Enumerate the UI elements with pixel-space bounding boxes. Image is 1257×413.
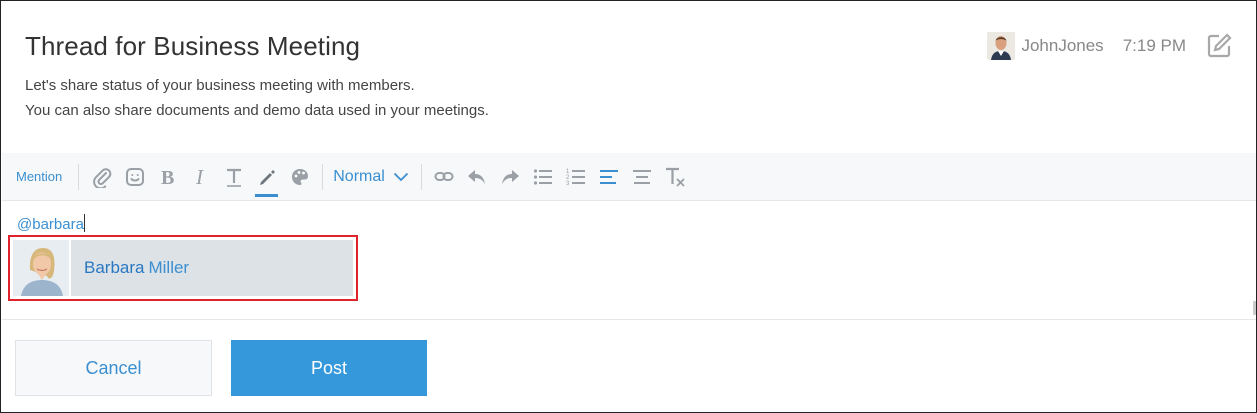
footer-divider <box>2 319 1256 320</box>
message-input-text: @barbara <box>17 216 84 233</box>
toolbar-divider <box>322 163 324 190</box>
author-avatar[interactable] <box>987 32 1016 60</box>
message-input[interactable]: @barbara <box>17 214 85 233</box>
palette-icon[interactable] <box>283 153 316 201</box>
editor-toolbar: Mention B I Normal 1 2 3 <box>2 153 1256 201</box>
svg-text:I: I <box>195 167 204 187</box>
svg-text:B: B <box>161 167 174 187</box>
chevron-down-icon <box>393 172 408 181</box>
align-left-icon[interactable] <box>593 153 626 201</box>
text-size-icon[interactable] <box>217 153 250 201</box>
paperclip-icon[interactable] <box>85 153 118 201</box>
mention-suggestion-name: Barbara Miller <box>71 240 189 296</box>
undo-icon[interactable] <box>461 153 494 201</box>
matched-first-name: Barbara <box>84 258 145 277</box>
toolbar-divider <box>420 163 422 190</box>
format-select-value: Normal <box>333 167 385 185</box>
post-button[interactable]: Post <box>231 340 427 396</box>
mention-suggestion-item[interactable]: Barbara Miller <box>13 240 353 296</box>
clear-format-icon[interactable] <box>659 153 692 201</box>
last-name: Miller <box>148 258 190 277</box>
thread-description-line-1: Let's share status of your business meet… <box>25 77 415 94</box>
author-name[interactable]: JohnJones <box>1021 36 1103 56</box>
format-select[interactable]: Normal <box>329 168 415 186</box>
thread-description-line-2: You can also share documents and demo da… <box>25 102 489 119</box>
numbered-list-icon[interactable]: 1 2 3 <box>560 153 593 201</box>
cancel-button[interactable]: Cancel <box>15 340 212 396</box>
avatar <box>13 240 71 296</box>
text-cursor <box>83 214 85 232</box>
emoji-icon[interactable] <box>118 153 151 201</box>
redo-icon[interactable] <box>494 153 527 201</box>
link-icon[interactable] <box>428 153 461 201</box>
author-info: JohnJones 7:19 PM <box>987 31 1234 61</box>
pen-icon[interactable] <box>250 153 283 201</box>
thread-title: Thread for Business Meeting <box>25 31 361 61</box>
align-center-icon[interactable] <box>626 153 659 201</box>
italic-icon[interactable]: I <box>184 153 217 201</box>
thread-panel: Thread for Business Meeting Let's share … <box>0 0 1257 413</box>
mention-button[interactable]: Mention <box>16 169 62 184</box>
toolbar-divider <box>78 163 80 190</box>
post-time: 7:19 PM <box>1122 36 1186 55</box>
bold-icon[interactable]: B <box>151 153 184 201</box>
scroll-handle[interactable] <box>1253 301 1256 315</box>
edit-icon[interactable] <box>1204 31 1234 61</box>
bullet-list-icon[interactable] <box>527 153 560 201</box>
mention-suggestion-highlight: Barbara Miller <box>8 235 358 301</box>
svg-text:3: 3 <box>566 181 570 186</box>
